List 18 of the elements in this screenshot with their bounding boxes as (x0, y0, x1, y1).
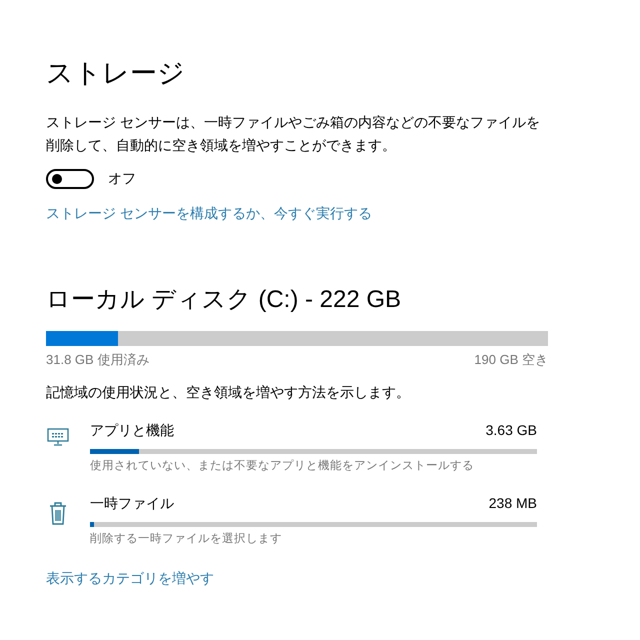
disk-title: ローカル ディスク (C:) - 222 GB (46, 285, 402, 315)
usage-text: 記憶域の使用状況と、空き領域を増やす方法を示します。 (46, 383, 411, 402)
free-label: 190 GB 空き (474, 351, 548, 369)
used-label: 31.8 GB 使用済み (46, 351, 150, 369)
category-size: 3.63 GB (486, 422, 537, 440)
category-name: 一時ファイル (90, 495, 174, 513)
page-title: ストレージ (46, 57, 186, 90)
monitor-icon (47, 428, 69, 446)
trash-icon (49, 501, 67, 525)
category-name: アプリと機能 (90, 422, 174, 440)
category-hint: 使用されていない、または不要なアプリと機能をアンインストールする (90, 458, 475, 473)
toggle-switch[interactable] (46, 169, 94, 189)
description-text: ストレージ センサーは、一時ファイルやごみ箱の内容などの不要なファイルを削除して、自動的に空き領域を増やすことができます。 (46, 113, 541, 155)
category-hint: 削除する一時ファイルを選択します (90, 532, 283, 546)
category-size: 238 MB (488, 495, 537, 513)
toggle-label: オフ (108, 170, 136, 188)
configure-link[interactable]: ストレージ センサーを構成するか、今すぐ実行する (46, 205, 372, 223)
more-categories-link[interactable]: 表示するカテゴリを増やす (46, 570, 214, 588)
